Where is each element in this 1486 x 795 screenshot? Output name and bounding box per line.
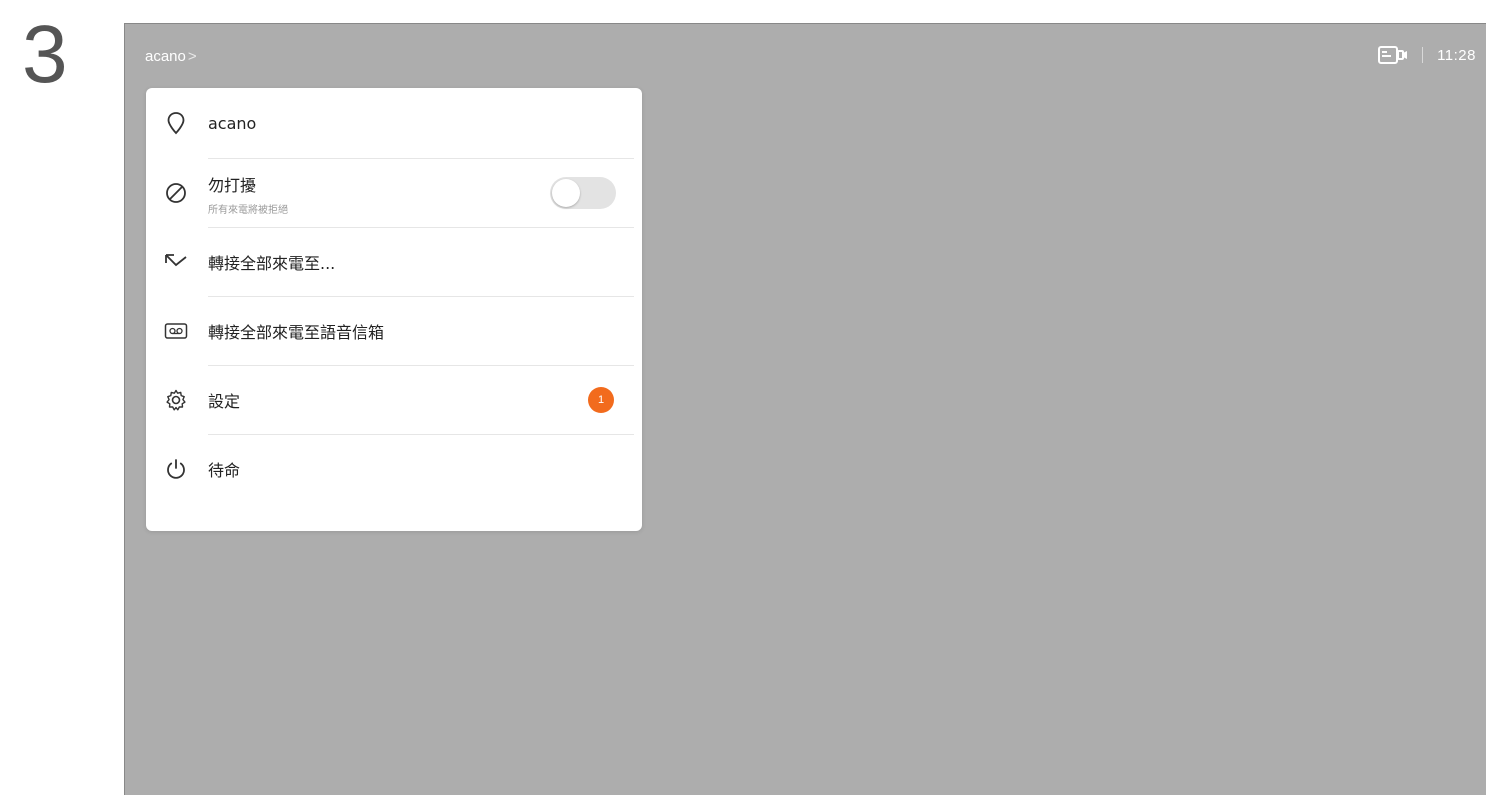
gear-icon [162,386,190,414]
menu-item-forward-all[interactable]: 轉接全部來電至... [146,227,642,296]
breadcrumb-label: acano [145,48,186,65]
device-menu: acano 勿打擾 所有來電將被拒絕 轉接全部來電至... 轉接全部來電至語音信… [146,88,642,531]
location-pin-icon [162,109,190,137]
menu-item-label: 轉接全部來電至... [208,253,336,273]
camera-self-view-icon[interactable] [1378,45,1408,65]
device-screen: acano > 11:28 acano 勿打擾 所有來電將被拒絕 轉接全部來電至… [124,23,1486,795]
menu-item-label: 勿打擾 [208,176,257,195]
menu-item-forward-voicemail[interactable]: 轉接全部來電至語音信箱 [146,296,642,365]
menu-item-settings[interactable]: 設定 1 [146,365,642,434]
menu-item-label: acano [208,113,257,133]
call-forward-icon [162,248,190,276]
menu-item-do-not-disturb[interactable]: 勿打擾 所有來電將被拒絕 [146,158,642,227]
do-not-disturb-icon [162,179,190,207]
menu-item-label: 轉接全部來電至語音信箱 [208,322,385,342]
notification-badge: 1 [588,386,614,413]
do-not-disturb-toggle[interactable] [550,176,616,209]
menu-item-standby[interactable]: 待命 [146,434,642,503]
breadcrumb[interactable]: acano > [145,48,197,65]
top-bar: acano > 11:28 [125,24,1486,92]
menu-item-sublabel: 所有來電將被拒絕 [208,205,288,216]
chevron-right-icon: > [187,48,197,65]
status-area: 11:28 [1378,45,1476,65]
voicemail-icon [162,317,190,345]
power-icon [162,455,190,483]
status-divider [1422,47,1424,63]
toggle-knob [552,178,580,207]
step-number: 3 [22,9,68,100]
menu-item-location[interactable]: acano [146,88,642,158]
clock: 11:28 [1437,46,1476,64]
menu-item-label: 待命 [208,460,241,480]
menu-item-label: 設定 [208,391,241,411]
